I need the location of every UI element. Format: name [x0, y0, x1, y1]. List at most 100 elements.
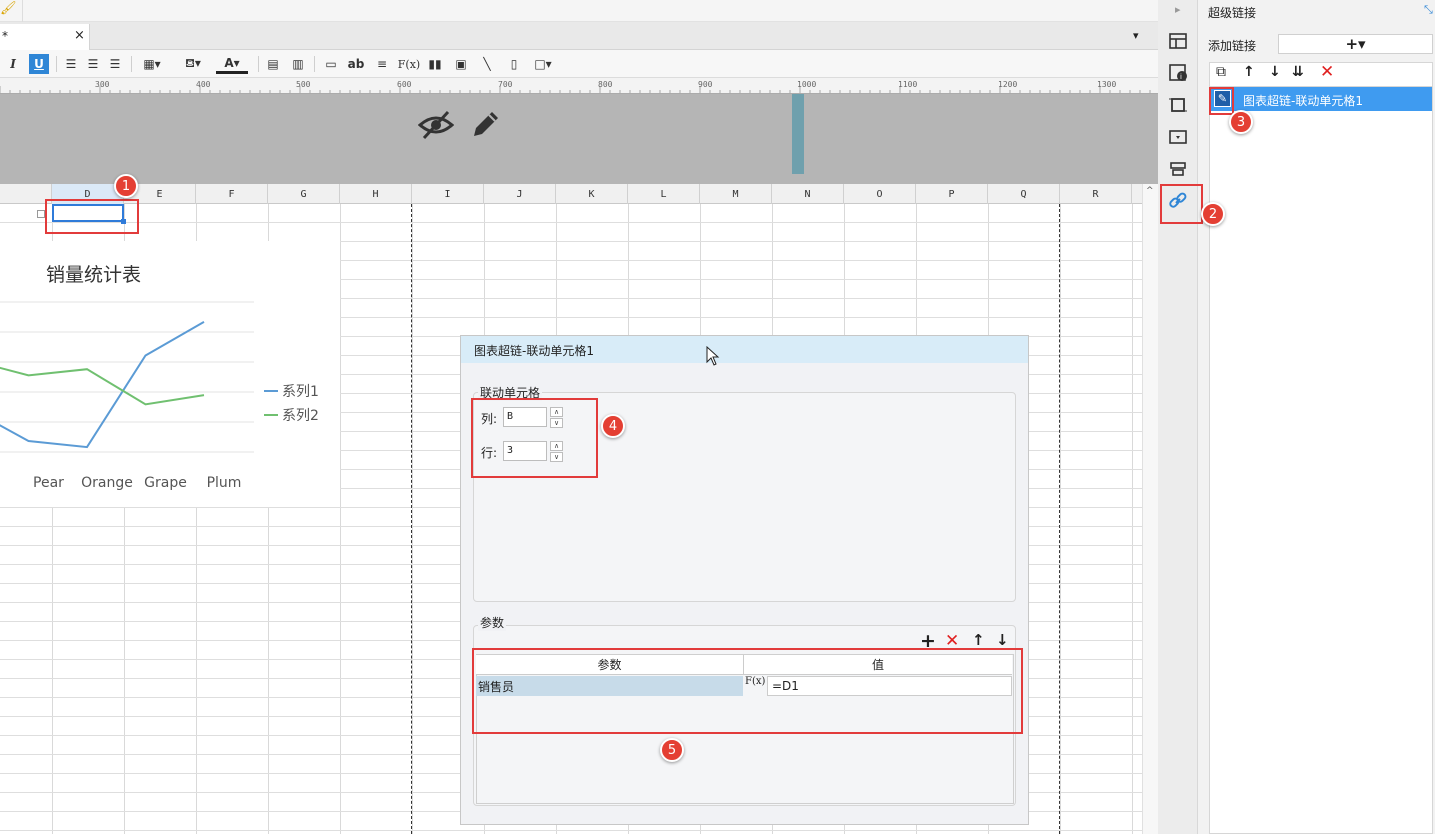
italic-icon[interactable]: I — [6, 54, 20, 74]
copy-icon[interactable]: ⧉ — [1216, 64, 1226, 80]
column-header-cell[interactable]: P — [916, 184, 988, 204]
ruler-tick: 700 — [498, 80, 513, 89]
underline-icon[interactable]: U — [29, 54, 49, 74]
expand-icon[interactable]: ⤡ — [1424, 3, 1433, 17]
font-color-icon[interactable]: A▾ — [216, 54, 248, 74]
ruler-tick: 400 — [196, 80, 211, 89]
x-tick-label: Plum — [207, 475, 242, 491]
panel-title: 超级链接 — [1208, 6, 1257, 20]
dialog-title-bar: 图表超链-联动单元格1 — [461, 336, 1028, 363]
highlight-box — [1160, 184, 1203, 224]
hide-icon[interactable] — [418, 108, 454, 142]
chart-series-line-1 — [0, 320, 205, 449]
condition-icon[interactable] — [1167, 158, 1189, 180]
add-link-button[interactable]: +▾ — [1278, 34, 1433, 54]
cell-attr-icon[interactable] — [1167, 30, 1189, 52]
highlight-box — [472, 648, 1023, 734]
x-tick-label: Orange — [81, 475, 133, 491]
title-bar: 🖌 — [0, 0, 1158, 22]
align-right-icon[interactable]: ☰ — [106, 54, 124, 74]
ruler-ticks — [0, 86, 1158, 94]
ruler-tick: 800 — [598, 80, 613, 89]
list-item[interactable]: ✎ 图表超链-联动单元格1 — [1210, 87, 1432, 111]
more-icon[interactable]: □▾ — [530, 54, 556, 74]
column-header-cell[interactable]: R — [1060, 184, 1132, 204]
param-up-icon[interactable]: ↑ — [972, 631, 985, 649]
tab-close-icon[interactable]: × — [74, 28, 85, 43]
param-down-icon[interactable]: ↓ — [996, 631, 1009, 649]
align-center-icon[interactable]: ☰ — [84, 54, 102, 74]
vertical-scrollbar[interactable]: ^ — [1142, 184, 1158, 834]
cell-element-icon[interactable]: i — [1167, 62, 1189, 84]
delete-icon[interactable]: ✕ — [1320, 62, 1334, 82]
chart-area[interactable]: 销量统计表 系列1系列2naPearOrangeGrapePlum — [0, 241, 340, 507]
column-header-cell[interactable]: H — [340, 184, 412, 204]
sort-icon[interactable]: ⇊ — [1292, 64, 1304, 80]
column-header-cell[interactable]: M — [700, 184, 772, 204]
group-title: 参数 — [478, 614, 507, 631]
tab-label: * — [2, 29, 8, 43]
insert-subreport-icon[interactable]: ▯ — [505, 54, 523, 74]
svg-text:i: i — [1180, 73, 1182, 81]
insert-image-icon[interactable]: ▣ — [452, 54, 470, 74]
mouse-cursor-icon — [706, 346, 720, 366]
column-header-cell[interactable]: G — [268, 184, 340, 204]
dialog-title: 图表超链-联动单元格1 — [474, 344, 594, 358]
grid-row-line — [0, 222, 1142, 223]
tab-menu-icon[interactable]: ▾ — [1133, 29, 1139, 42]
column-header-cell[interactable]: J — [484, 184, 556, 204]
edit-pencil-icon[interactable] — [470, 108, 502, 140]
column-header-cell[interactable]: K — [556, 184, 628, 204]
band-marker — [792, 94, 804, 174]
legend-label: 系列2 — [282, 408, 319, 424]
chart-series-line-2 — [0, 366, 205, 406]
slash-icon[interactable]: ╲ — [478, 54, 496, 74]
border-icon[interactable]: ▦▾ — [137, 54, 167, 74]
step-badge: 3 — [1229, 110, 1253, 134]
column-header-cell[interactable]: N — [772, 184, 844, 204]
x-tick-label: Grape — [144, 475, 187, 491]
format-toolbar — [0, 50, 1158, 78]
insert-richtext-icon[interactable]: ≡ — [373, 54, 391, 74]
merge-cell-icon[interactable]: ▤ — [264, 54, 282, 74]
split-cell-icon[interactable]: ▥ — [289, 54, 307, 74]
cell-marker — [37, 210, 45, 218]
column-header-cell[interactable]: I — [412, 184, 484, 204]
ruler-tick: 1200 — [998, 80, 1018, 89]
float-element-icon[interactable] — [1167, 94, 1189, 116]
insert-chart-icon[interactable]: ▮▮ — [426, 54, 444, 74]
page-break-line — [1059, 204, 1060, 834]
move-down-icon[interactable]: ↓ — [1269, 64, 1281, 80]
step-badge: 4 — [601, 414, 625, 438]
ruler-tick: 600 — [397, 80, 412, 89]
insert-text-icon[interactable]: ▭ — [322, 54, 340, 74]
grid-row-line — [0, 830, 1142, 831]
column-header-cell[interactable]: Q — [988, 184, 1060, 204]
ruler-tick: 900 — [698, 80, 713, 89]
fill-color-icon[interactable]: ⛾▾ — [177, 54, 209, 74]
link-list — [1209, 86, 1433, 834]
add-link-label: 添加链接 — [1208, 39, 1257, 53]
brush-icon[interactable]: 🖌 — [0, 1, 17, 16]
formula-icon[interactable]: F(x) — [398, 54, 420, 74]
chart-plot: 系列1系列2naPearOrangeGrapePlum — [0, 301, 319, 491]
scroll-up-icon[interactable]: ^ — [1146, 186, 1154, 196]
column-header-cell[interactable]: F — [196, 184, 268, 204]
insert-label-icon[interactable]: ab — [347, 54, 365, 74]
ruler-tick: 1300 — [1097, 80, 1117, 89]
move-up-icon[interactable]: ↑ — [1243, 64, 1255, 80]
x-tick-label: Pear — [33, 475, 64, 491]
column-header-cell[interactable]: O — [844, 184, 916, 204]
step-badge: 5 — [660, 738, 684, 762]
highlight-box — [471, 398, 598, 478]
ruler-tick: 500 — [296, 80, 311, 89]
widget-icon[interactable] — [1167, 126, 1189, 148]
column-header-cell[interactable]: L — [628, 184, 700, 204]
ruler-tick: 1000 — [797, 80, 817, 89]
collapse-arrow-icon[interactable]: ▸ — [1175, 3, 1181, 16]
ruler-tick: 1100 — [898, 80, 918, 89]
align-left-icon[interactable]: ☰ — [62, 54, 80, 74]
highlight-box — [45, 199, 139, 234]
page-break-line — [411, 204, 412, 834]
tab-report[interactable]: * × — [0, 24, 90, 50]
